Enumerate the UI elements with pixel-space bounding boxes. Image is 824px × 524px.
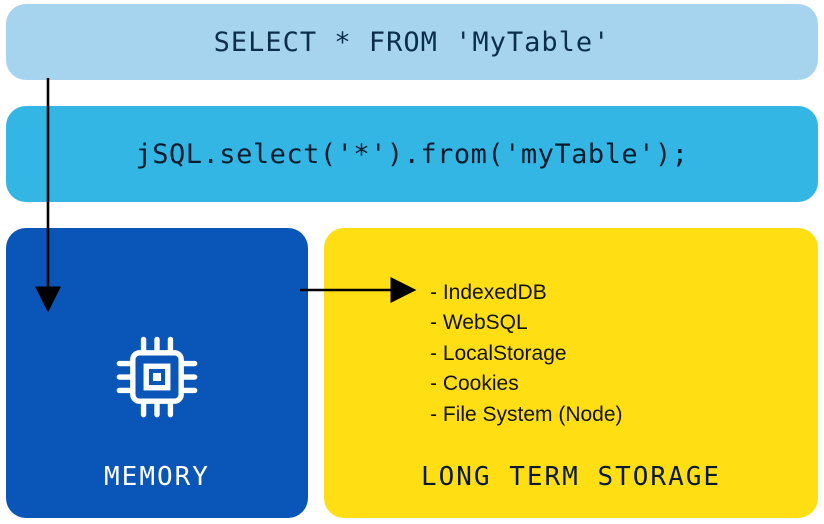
memory-label: MEMORY	[104, 462, 210, 492]
list-item: - Cookies	[430, 369, 623, 399]
down-arrow-icon	[36, 78, 66, 318]
jsql-code-box: jSQL.select('*').from('myTable');	[6, 106, 818, 202]
list-item: - WebSQL	[430, 308, 623, 338]
right-arrow-icon	[300, 278, 420, 302]
list-item: - IndexedDB	[430, 278, 623, 308]
storage-list: - IndexedDB - WebSQL - LocalStorage - Co…	[430, 278, 623, 430]
list-item: - LocalStorage	[430, 339, 623, 369]
long-term-storage-box: - IndexedDB - WebSQL - LocalStorage - Co…	[324, 228, 818, 518]
sql-statement-box: SELECT * FROM 'MyTable'	[6, 4, 818, 80]
storage-label: LONG TERM STORAGE	[324, 462, 818, 492]
sql-statement-text: SELECT * FROM 'MyTable'	[214, 27, 611, 58]
cpu-chip-icon	[114, 334, 200, 420]
jsql-code-text: jSQL.select('*').from('myTable');	[136, 139, 689, 170]
list-item: - File System (Node)	[430, 400, 623, 430]
